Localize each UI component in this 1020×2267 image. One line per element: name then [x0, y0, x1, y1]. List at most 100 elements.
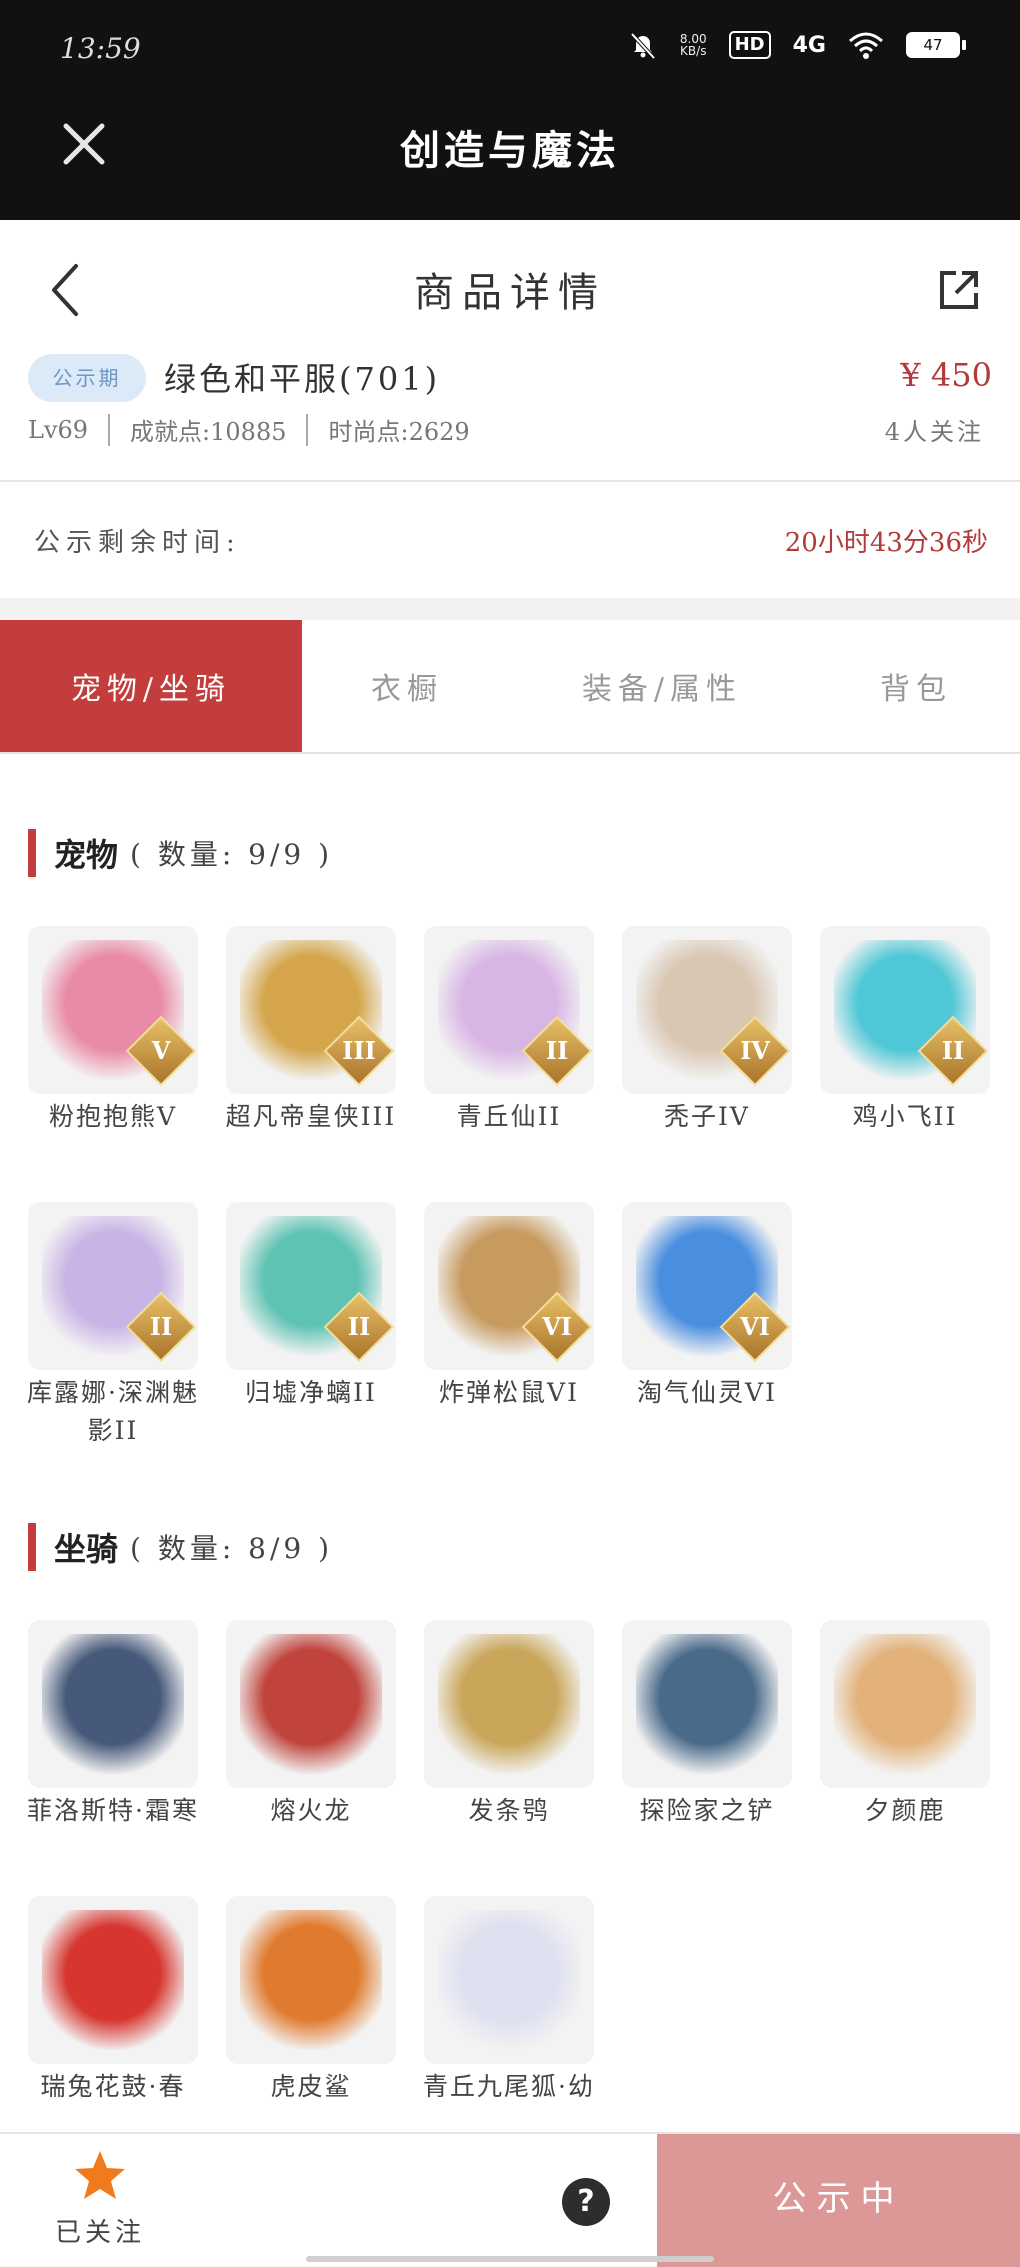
item-thumbnail	[226, 1620, 396, 1788]
network-type: 4G	[792, 32, 826, 58]
item-thumbnail	[622, 1620, 792, 1788]
rank-label: II	[149, 1312, 173, 1341]
item-card[interactable]: II 青丘仙II	[424, 926, 594, 1136]
tab-wardrobe[interactable]: 衣橱	[302, 620, 512, 752]
app-title: 创造与魔法	[400, 127, 620, 174]
hd-badge: HD	[728, 31, 771, 59]
countdown-row: 公示剩余时间: 20小时43分36秒	[0, 482, 1020, 598]
tab-pets-mounts[interactable]: 宠物/坐骑	[0, 620, 302, 752]
item-thumbnail: VI	[622, 1202, 792, 1370]
item-thumbnail	[28, 1620, 198, 1788]
mounts-title: 坐骑	[54, 1530, 119, 1568]
detail-header: 商品详情	[0, 220, 1020, 350]
item-image	[438, 1634, 580, 1774]
item-label: 青丘九尾狐·幼	[423, 2072, 595, 2101]
item-thumbnail: III	[226, 926, 396, 1094]
item-card[interactable]: II 归墟净螭II	[226, 1202, 396, 1412]
item-label: 探险家之铲	[639, 1796, 775, 1825]
item-card[interactable]: VI 淘气仙灵VI	[622, 1202, 792, 1412]
item-thumbnail: VI	[424, 1202, 594, 1370]
rank-label: V	[151, 1036, 171, 1065]
pets-count: ( 数量: 9/9 )	[130, 838, 334, 871]
item-thumbnail	[226, 1896, 396, 2064]
rank-label: VI	[542, 1312, 572, 1341]
page-title: 商品详情	[414, 270, 606, 316]
item-thumbnail: V	[28, 926, 198, 1094]
star-icon	[75, 2151, 125, 2199]
item-label: 熔火龙	[270, 1796, 352, 1825]
item-card[interactable]: 探险家之铲	[622, 1620, 792, 1830]
share-icon[interactable]	[934, 265, 984, 315]
item-card[interactable]: 菲洛斯特·霜寒	[27, 1620, 198, 1830]
item-card[interactable]: 夕颜鹿	[820, 1620, 990, 1830]
publicity-status-button[interactable]: 公示中	[657, 2134, 1020, 2267]
item-image	[42, 1634, 184, 1774]
item-card[interactable]: 发条鸮	[424, 1620, 594, 1830]
section-accent	[28, 1523, 36, 1571]
follow-button[interactable]: 已关注	[30, 2148, 170, 2258]
bottom-bar: 已关注 ? 公示中	[0, 2132, 1020, 2267]
speed-unit: KB/s	[680, 44, 707, 58]
item-label: 炸弹松鼠VI	[439, 1378, 579, 1407]
item-card[interactable]: 青丘九尾狐·幼	[423, 1896, 594, 2106]
item-price: ¥ 450	[900, 356, 992, 394]
home-indicator	[306, 2256, 714, 2262]
item-thumbnail	[820, 1620, 990, 1788]
battery-indicator: 47	[906, 32, 966, 58]
rank-label: II	[347, 1312, 371, 1341]
item-card[interactable]: 虎皮鲨	[226, 1896, 396, 2106]
item-card[interactable]: III 超凡帝皇侠III	[226, 926, 396, 1136]
item-thumbnail: II	[820, 926, 990, 1094]
follow-label: 已关注	[54, 2218, 145, 2248]
rank-label: II	[941, 1036, 965, 1065]
item-card[interactable]: IV 秃子IV	[622, 926, 792, 1136]
item-card[interactable]: 瑞兔花鼓·春	[28, 1896, 198, 2106]
item-image	[240, 1634, 382, 1774]
pets-section-header: 宠物 ( 数量: 9/9 )	[28, 828, 333, 878]
meta-divider	[108, 413, 111, 446]
section-accent	[28, 829, 36, 877]
pets-title: 宠物	[54, 836, 119, 874]
countdown-label: 公示剩余时间:	[34, 528, 241, 558]
item-card[interactable]: II 库露娜·深渊魅影II	[27, 1202, 198, 1450]
tab-equipment[interactable]: 装备/属性	[512, 620, 812, 752]
rank-label: III	[342, 1036, 376, 1065]
item-label: 夕颜鹿	[864, 1796, 946, 1825]
item-card[interactable]: 熔火龙	[226, 1620, 396, 1830]
item-image	[240, 1910, 382, 2050]
item-card[interactable]: II 鸡小飞II	[820, 926, 990, 1136]
rank-label: IV	[740, 1036, 770, 1065]
item-card[interactable]: VI 炸弹松鼠VI	[424, 1202, 594, 1412]
mounts-section-header: 坐骑 ( 数量: 8/9 )	[28, 1522, 333, 1572]
item-card[interactable]: V 粉抱抱熊V	[28, 926, 198, 1136]
item-info: 公示期 绿色和平服(701) ¥ 450 Lv69 成就点:10885 时尚点:…	[0, 350, 1020, 480]
item-label: 淘气仙灵VI	[637, 1378, 777, 1407]
item-label: 超凡帝皇侠III	[225, 1102, 397, 1131]
tab-bar: 宠物/坐骑 衣橱 装备/属性 背包	[0, 620, 1020, 754]
item-meta: Lv69 成就点:10885 时尚点:2629	[28, 412, 470, 447]
item-label: 归墟净螭II	[245, 1378, 377, 1407]
help-icon[interactable]: ?	[562, 2178, 610, 2226]
item-label: 发条鸮	[468, 1796, 550, 1825]
fashion-value: 时尚点:2629	[328, 418, 470, 446]
item-thumbnail	[28, 1896, 198, 2064]
wifi-icon	[849, 32, 883, 59]
item-image	[42, 1910, 184, 2050]
level-value: Lv69	[28, 415, 89, 444]
item-thumbnail: IV	[622, 926, 792, 1094]
rank-label: II	[545, 1036, 569, 1065]
rank-label: VI	[740, 1312, 770, 1341]
item-label: 库露娜·深渊魅影II	[27, 1378, 199, 1445]
item-label: 菲洛斯特·霜寒	[27, 1796, 199, 1825]
section-separator	[0, 598, 1020, 620]
network-speed: 8.00 KB/s	[680, 33, 707, 57]
countdown-value: 20小时43分36秒	[784, 528, 988, 558]
follower-count: 4人关注	[884, 418, 984, 446]
tab-backpack[interactable]: 背包	[812, 620, 1020, 752]
item-thumbnail	[424, 1896, 594, 2064]
item-thumbnail	[424, 1620, 594, 1788]
item-thumbnail: II	[424, 926, 594, 1094]
achievement-value: 成就点:10885	[130, 418, 287, 446]
item-label: 虎皮鲨	[270, 2072, 352, 2101]
item-label: 青丘仙II	[456, 1102, 562, 1131]
